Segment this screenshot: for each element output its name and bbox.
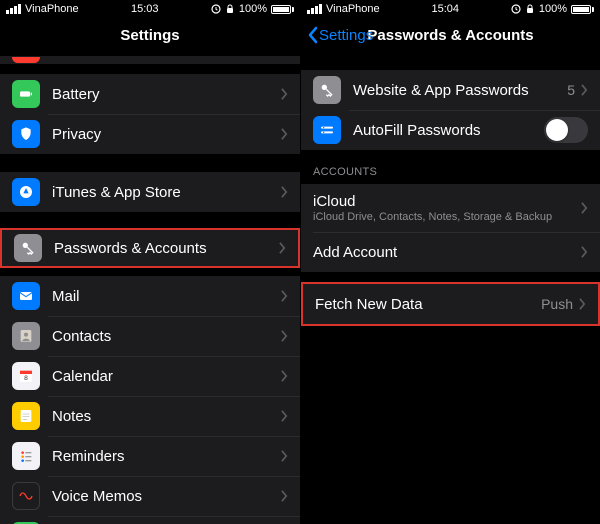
row-itunes-app-store[interactable]: iTunes & App Store bbox=[0, 172, 300, 212]
settings-group: Battery Privacy bbox=[0, 74, 300, 154]
page-title: Passwords & Accounts bbox=[367, 27, 533, 44]
chevron-right-icon bbox=[579, 298, 586, 310]
row-mail[interactable]: Mail bbox=[0, 276, 300, 316]
status-bar: VinaPhone 15:03 100% bbox=[0, 0, 300, 18]
battery-icon bbox=[271, 5, 294, 14]
battery-percent: 100% bbox=[539, 3, 567, 15]
voicememos-icon bbox=[12, 482, 40, 510]
partial-icon bbox=[12, 57, 40, 63]
row-label: Notes bbox=[52, 408, 281, 425]
settings-screen: VinaPhone 15:03 100% Settings Battery Pri… bbox=[0, 0, 300, 524]
row-label: Voice Memos bbox=[52, 488, 281, 505]
row-label: Calendar bbox=[52, 368, 281, 385]
chevron-right-icon bbox=[581, 246, 588, 258]
svg-text:8: 8 bbox=[24, 375, 28, 382]
chevron-right-icon bbox=[279, 242, 286, 254]
signal-icon bbox=[307, 4, 322, 14]
autofill-icon bbox=[313, 116, 341, 144]
row-battery[interactable]: Battery bbox=[0, 74, 300, 114]
alarm-icon bbox=[511, 4, 521, 14]
row-value: 5 bbox=[567, 82, 575, 98]
row-notes[interactable]: Notes bbox=[0, 396, 300, 436]
row-icloud[interactable]: iCloudiCloud Drive, Contacts, Notes, Sto… bbox=[301, 184, 600, 232]
chevron-right-icon bbox=[281, 410, 288, 422]
carrier-label: VinaPhone bbox=[25, 3, 79, 15]
chevron-right-icon bbox=[281, 290, 288, 302]
key-icon bbox=[14, 234, 42, 262]
calendar-icon: 8 bbox=[12, 362, 40, 390]
battery-icon bbox=[12, 80, 40, 108]
clock: 15:04 bbox=[431, 3, 459, 15]
row-label: iTunes & App Store bbox=[52, 184, 281, 201]
row-website-app-passwords[interactable]: Website & App Passwords5 bbox=[301, 70, 600, 110]
settings-group: Mail Contacts 8 Calendar Notes Reminders Voice… bbox=[0, 276, 300, 524]
key-icon bbox=[313, 76, 341, 104]
chevron-right-icon bbox=[281, 186, 288, 198]
chevron-right-icon bbox=[281, 450, 288, 462]
row-label: Add Account bbox=[313, 244, 581, 261]
row-fetch-new-data[interactable]: Fetch New DataPush bbox=[303, 284, 598, 324]
row-reminders[interactable]: Reminders bbox=[0, 436, 300, 476]
row-label: AutoFill Passwords bbox=[353, 122, 544, 139]
reminders-icon bbox=[12, 442, 40, 470]
signal-icon bbox=[6, 4, 21, 14]
row-phone[interactable]: Phone bbox=[0, 516, 300, 524]
settings-list[interactable]: Battery Privacy iTunes & App Store Password… bbox=[0, 56, 300, 524]
carrier-label: VinaPhone bbox=[326, 3, 380, 15]
chevron-right-icon bbox=[581, 202, 588, 214]
page-title: Settings bbox=[120, 27, 179, 44]
row-label: Privacy bbox=[52, 126, 281, 143]
accounts-header: ACCOUNTS bbox=[301, 150, 600, 184]
status-bar: VinaPhone 15:04 100% bbox=[301, 0, 600, 18]
chevron-right-icon bbox=[281, 88, 288, 100]
battery-percent: 100% bbox=[239, 3, 267, 15]
row-partial[interactable] bbox=[0, 56, 300, 64]
mail-icon bbox=[12, 282, 40, 310]
fetch-group: Fetch New DataPush bbox=[301, 282, 600, 326]
lock-icon bbox=[525, 4, 535, 14]
row-privacy[interactable]: Privacy bbox=[0, 114, 300, 154]
row-sublabel: iCloud Drive, Contacts, Notes, Storage &… bbox=[313, 211, 581, 223]
privacy-icon bbox=[12, 120, 40, 148]
alarm-icon bbox=[211, 4, 221, 14]
passwords-group: Website & App Passwords5 AutoFill Passwor… bbox=[301, 70, 600, 150]
row-autofill-passwords[interactable]: AutoFill Passwords bbox=[301, 110, 600, 150]
row-voice-memos[interactable]: Voice Memos bbox=[0, 476, 300, 516]
row-label: Reminders bbox=[52, 448, 281, 465]
chevron-right-icon bbox=[281, 128, 288, 140]
row-contacts[interactable]: Contacts bbox=[0, 316, 300, 356]
accounts-group: iCloudiCloud Drive, Contacts, Notes, Sto… bbox=[301, 184, 600, 272]
notes-icon bbox=[12, 402, 40, 430]
row-label: Battery bbox=[52, 86, 281, 103]
nav-bar: Settings Passwords & Accounts bbox=[301, 18, 600, 52]
chevron-right-icon bbox=[281, 490, 288, 502]
row-label: Contacts bbox=[52, 328, 281, 345]
chevron-right-icon bbox=[281, 370, 288, 382]
row-calendar[interactable]: 8 Calendar bbox=[0, 356, 300, 396]
row-label: Website & App Passwords bbox=[353, 82, 567, 99]
appstore-icon bbox=[12, 178, 40, 206]
lock-icon bbox=[225, 4, 235, 14]
chevron-right-icon bbox=[281, 330, 288, 342]
row-passwords-accounts[interactable]: Passwords & Accounts bbox=[0, 228, 300, 268]
row-label: Fetch New Data bbox=[315, 296, 541, 313]
chevron-left-icon bbox=[307, 26, 319, 44]
battery-icon bbox=[571, 5, 594, 14]
row-label: Passwords & Accounts bbox=[54, 240, 279, 257]
row-value: Push bbox=[541, 296, 573, 312]
clock: 15:03 bbox=[131, 3, 159, 15]
contacts-icon bbox=[12, 322, 40, 350]
passwords-accounts-screen: VinaPhone 15:04 100% Settings Passwords … bbox=[300, 0, 600, 524]
row-label: iCloud bbox=[313, 193, 581, 210]
nav-bar: Settings bbox=[0, 18, 300, 52]
back-button[interactable]: Settings bbox=[307, 26, 373, 44]
row-label: Mail bbox=[52, 288, 281, 305]
settings-group: iTunes & App Store bbox=[0, 172, 300, 212]
row-add-account[interactable]: Add Account bbox=[301, 232, 600, 272]
toggle[interactable] bbox=[544, 117, 588, 143]
chevron-right-icon bbox=[581, 84, 588, 96]
back-label: Settings bbox=[319, 27, 373, 44]
